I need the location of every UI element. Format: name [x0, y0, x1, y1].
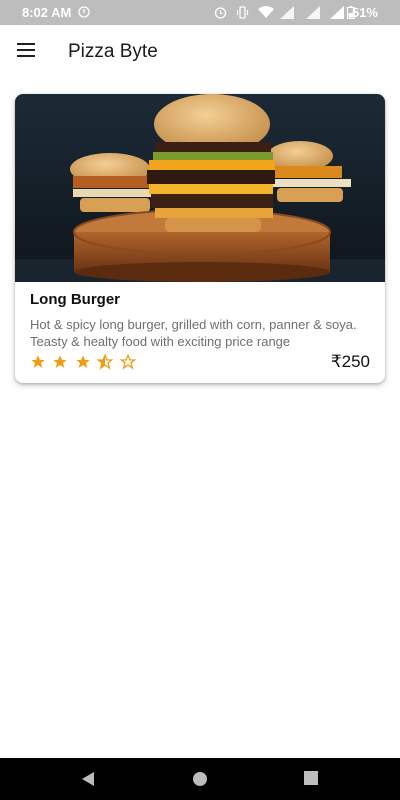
signal-icon [330, 6, 344, 19]
product-price: ₹250 [330, 352, 370, 371]
status-bar: 8:02 AM 51% [0, 0, 400, 25]
navigation-bar [0, 758, 400, 800]
star-full-icon [76, 355, 90, 368]
star-full-icon [53, 355, 68, 368]
burger-image [15, 94, 385, 282]
app-bar: Pizza Byte [0, 25, 400, 81]
vibrate-icon [236, 6, 249, 19]
rating-stars [30, 354, 138, 372]
status-time: 8:02 AM [22, 5, 72, 20]
star-empty-icon [119, 354, 136, 370]
product-description: Hot & spicy long burger, grilled with co… [30, 317, 357, 349]
product-title: Long Burger [30, 291, 120, 308]
app-title: Pizza Byte [68, 41, 158, 62]
alarm-icon [214, 7, 227, 19]
battery-percent: 51% [351, 5, 378, 20]
wifi-icon [258, 6, 274, 18]
signal-icon [280, 6, 294, 19]
home-icon[interactable] [192, 771, 208, 787]
product-card[interactable]: Long Burger Hot & spicy long burger, gri… [15, 94, 385, 383]
star-full-icon [31, 355, 45, 368]
signal-icon [306, 6, 320, 19]
star-half-icon [97, 354, 114, 370]
menu-icon[interactable] [17, 43, 37, 59]
back-icon[interactable] [81, 771, 95, 787]
recents-icon[interactable] [304, 771, 318, 785]
vpn-icon [78, 6, 90, 18]
